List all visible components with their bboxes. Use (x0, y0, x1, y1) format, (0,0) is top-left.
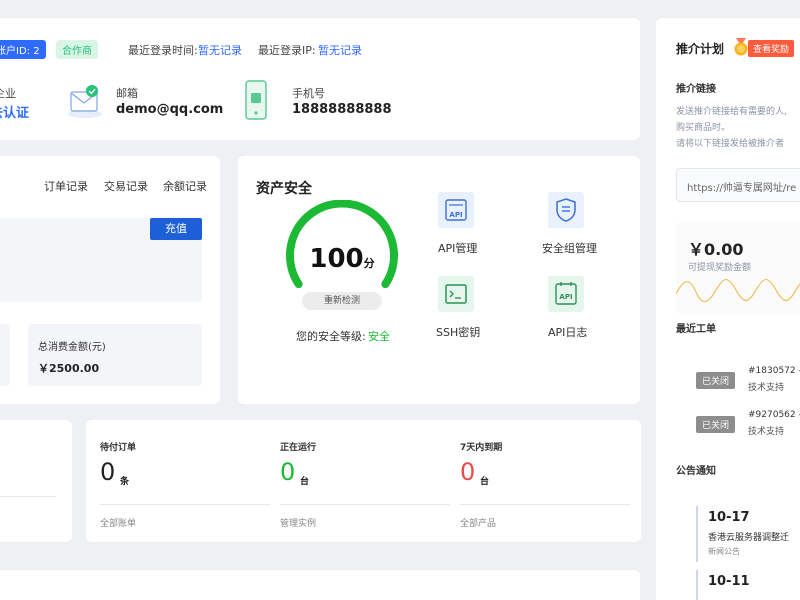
api-manage-icon: API (445, 199, 467, 221)
stat-footer-link[interactable]: 全部账单 (100, 516, 136, 529)
phone-value: 18888888888 (292, 102, 392, 117)
ticket-id: #1830572 - (748, 366, 800, 376)
enterprise-verify-link[interactable]: 去认证 (0, 102, 29, 121)
security-group-label[interactable]: 安全组管理 (542, 240, 597, 256)
score-value: 100 (309, 244, 364, 274)
stat-value: 0 (100, 458, 116, 486)
stats-card: 待付订单 0 条 全部账单 正在运行 0 台 管理实例 7天内到期 0 台 全部… (86, 420, 641, 542)
view-reward-button[interactable]: 查看奖励 (748, 40, 795, 57)
notice-bar (696, 570, 698, 600)
account-info-card: 账户ID: 2 合作商 最近登录时间: 暂无记录 最近登录IP: 暂无记录 企业… (0, 18, 640, 140)
recent-tickets-title: 最近工单 (676, 324, 716, 335)
divider (0, 496, 56, 497)
stat-value: 0 (460, 458, 476, 486)
api-manage-tile[interactable]: API (438, 192, 474, 228)
ticket-id: #9270562 - (748, 410, 800, 420)
stat-title: 待付订单 (100, 443, 137, 453)
ssh-key-label[interactable]: SSH密钥 (436, 324, 480, 340)
bottom-card (0, 570, 640, 600)
last-login-ip-value: 暂无记录 (318, 44, 362, 57)
notice-tag: 新闻公告 (708, 547, 740, 556)
email-icon (68, 85, 102, 118)
orders-card: 订单记录 交易记录 余额记录 充值 总消费金额(元) ￥2500.00 (0, 156, 220, 404)
pending-orders-stat[interactable]: 待付订单 0 条 全部账单 (100, 420, 270, 542)
score-unit: 分 (363, 257, 375, 270)
security-score: 100分 (298, 244, 386, 274)
referral-desc-line2: 购买商品时。 (676, 123, 731, 133)
stat-footer-link[interactable]: 管理实例 (280, 516, 316, 529)
referral-desc-line1: 发送推介链接给有需要的人, (676, 107, 787, 117)
api-manage-label[interactable]: API管理 (438, 240, 477, 256)
total-spend-value: ￥2500.00 (38, 362, 100, 375)
divider (460, 504, 630, 505)
tab-transaction-records[interactable]: 交易记录 (104, 178, 148, 194)
api-log-label[interactable]: API日志 (548, 324, 587, 340)
stat-title: 正在运行 (280, 443, 317, 453)
phone-label: 手机号 (292, 87, 325, 100)
svg-text:API: API (559, 293, 572, 301)
total-spend-panel: 总消费金额(元) ￥2500.00 (28, 324, 202, 386)
stat-unit: 台 (300, 477, 310, 487)
wave-decoration (676, 278, 800, 303)
recheck-button[interactable]: 重新检测 (302, 292, 382, 310)
ticket-type: 技术支持 (748, 383, 785, 393)
tab-order-records[interactable]: 订单记录 (44, 178, 88, 194)
stat-unit: 条 (120, 477, 130, 487)
partner-badge: 合作商 (56, 40, 98, 59)
security-level-label: 您的安全等级: (296, 330, 366, 343)
stat-title: 7天内到期 (460, 443, 503, 453)
notice-text: 香港云服务器调整迁 (708, 533, 790, 543)
reward-amount-label: 可提现奖励金额 (688, 263, 752, 273)
security-group-tile[interactable] (548, 192, 584, 228)
recharge-button[interactable]: 充值 (150, 218, 202, 240)
shield-icon (556, 198, 576, 222)
divider (100, 504, 270, 505)
asset-security-card: 资产安全 100分 重新检测 您的安全等级: 安全 API API管理 安全组管… (238, 156, 640, 404)
terminal-icon (445, 284, 467, 304)
ssh-key-tile[interactable] (438, 276, 474, 312)
api-log-icon: API (555, 282, 577, 305)
ticket-item[interactable]: 已关闭 #9270562 - 技术支持 (676, 402, 800, 442)
email-label: 邮箱 (116, 87, 138, 100)
stat-panel-left (0, 324, 10, 386)
svg-text:API: API (449, 211, 462, 219)
enterprise-label: 企业 (0, 87, 16, 100)
reward-balance-panel: ￥0.00 可提现奖励金额 (676, 222, 800, 314)
tab-balance-records[interactable]: 余额记录 (163, 178, 207, 194)
last-login-time-value: 暂无记录 (198, 44, 242, 57)
referral-link-value: https://帅逼专属网址/re (687, 183, 797, 194)
last-login-time-label: 最近登录时间: (128, 44, 198, 57)
ticket-status-badge: 已关闭 (696, 416, 736, 433)
notice-date: 10-11 (708, 574, 750, 589)
email-value: demo@qq.com (116, 102, 224, 117)
referral-title: 推介计划 (676, 42, 725, 56)
user-id-badge: 账户ID: 2 (0, 40, 46, 59)
expiring-products-stat[interactable]: 7天内到期 0 台 全部产品 (460, 420, 630, 542)
running-instances-stat[interactable]: 正在运行 0 台 管理实例 (280, 420, 450, 542)
right-sidebar: 推介计划 查看奖励 推介链接 发送推介链接给有需要的人, 购买商品时。 请将以下… (656, 18, 800, 600)
stat-unit: 台 (480, 477, 490, 487)
security-level-value: 安全 (368, 330, 390, 343)
last-login-ip-label: 最近登录IP: (258, 44, 316, 57)
ticket-status-badge: 已关闭 (696, 372, 736, 389)
api-log-tile[interactable]: API (548, 276, 584, 312)
notice-bar (696, 506, 698, 562)
referral-link-label: 推介链接 (676, 84, 716, 95)
stats-card-left (0, 420, 72, 542)
ticket-item[interactable]: 已关闭 #1830572 - 技术支持 (676, 358, 800, 398)
referral-desc-line3: 请将以下链接发给被推介者 (676, 139, 785, 149)
notices-title: 公告通知 (676, 466, 716, 477)
referral-link-input[interactable]: https://帅逼专属网址/re (676, 168, 800, 202)
phone-icon (245, 80, 267, 120)
ticket-type: 技术支持 (748, 427, 785, 437)
reward-amount: ￥0.00 (688, 240, 744, 259)
divider (280, 504, 450, 505)
notice-date: 10-17 (708, 510, 750, 525)
stat-footer-link[interactable]: 全部产品 (460, 516, 496, 529)
total-spend-label: 总消费金额(元) (38, 342, 106, 353)
stat-value: 0 (280, 458, 296, 486)
security-title: 资产安全 (256, 181, 312, 197)
